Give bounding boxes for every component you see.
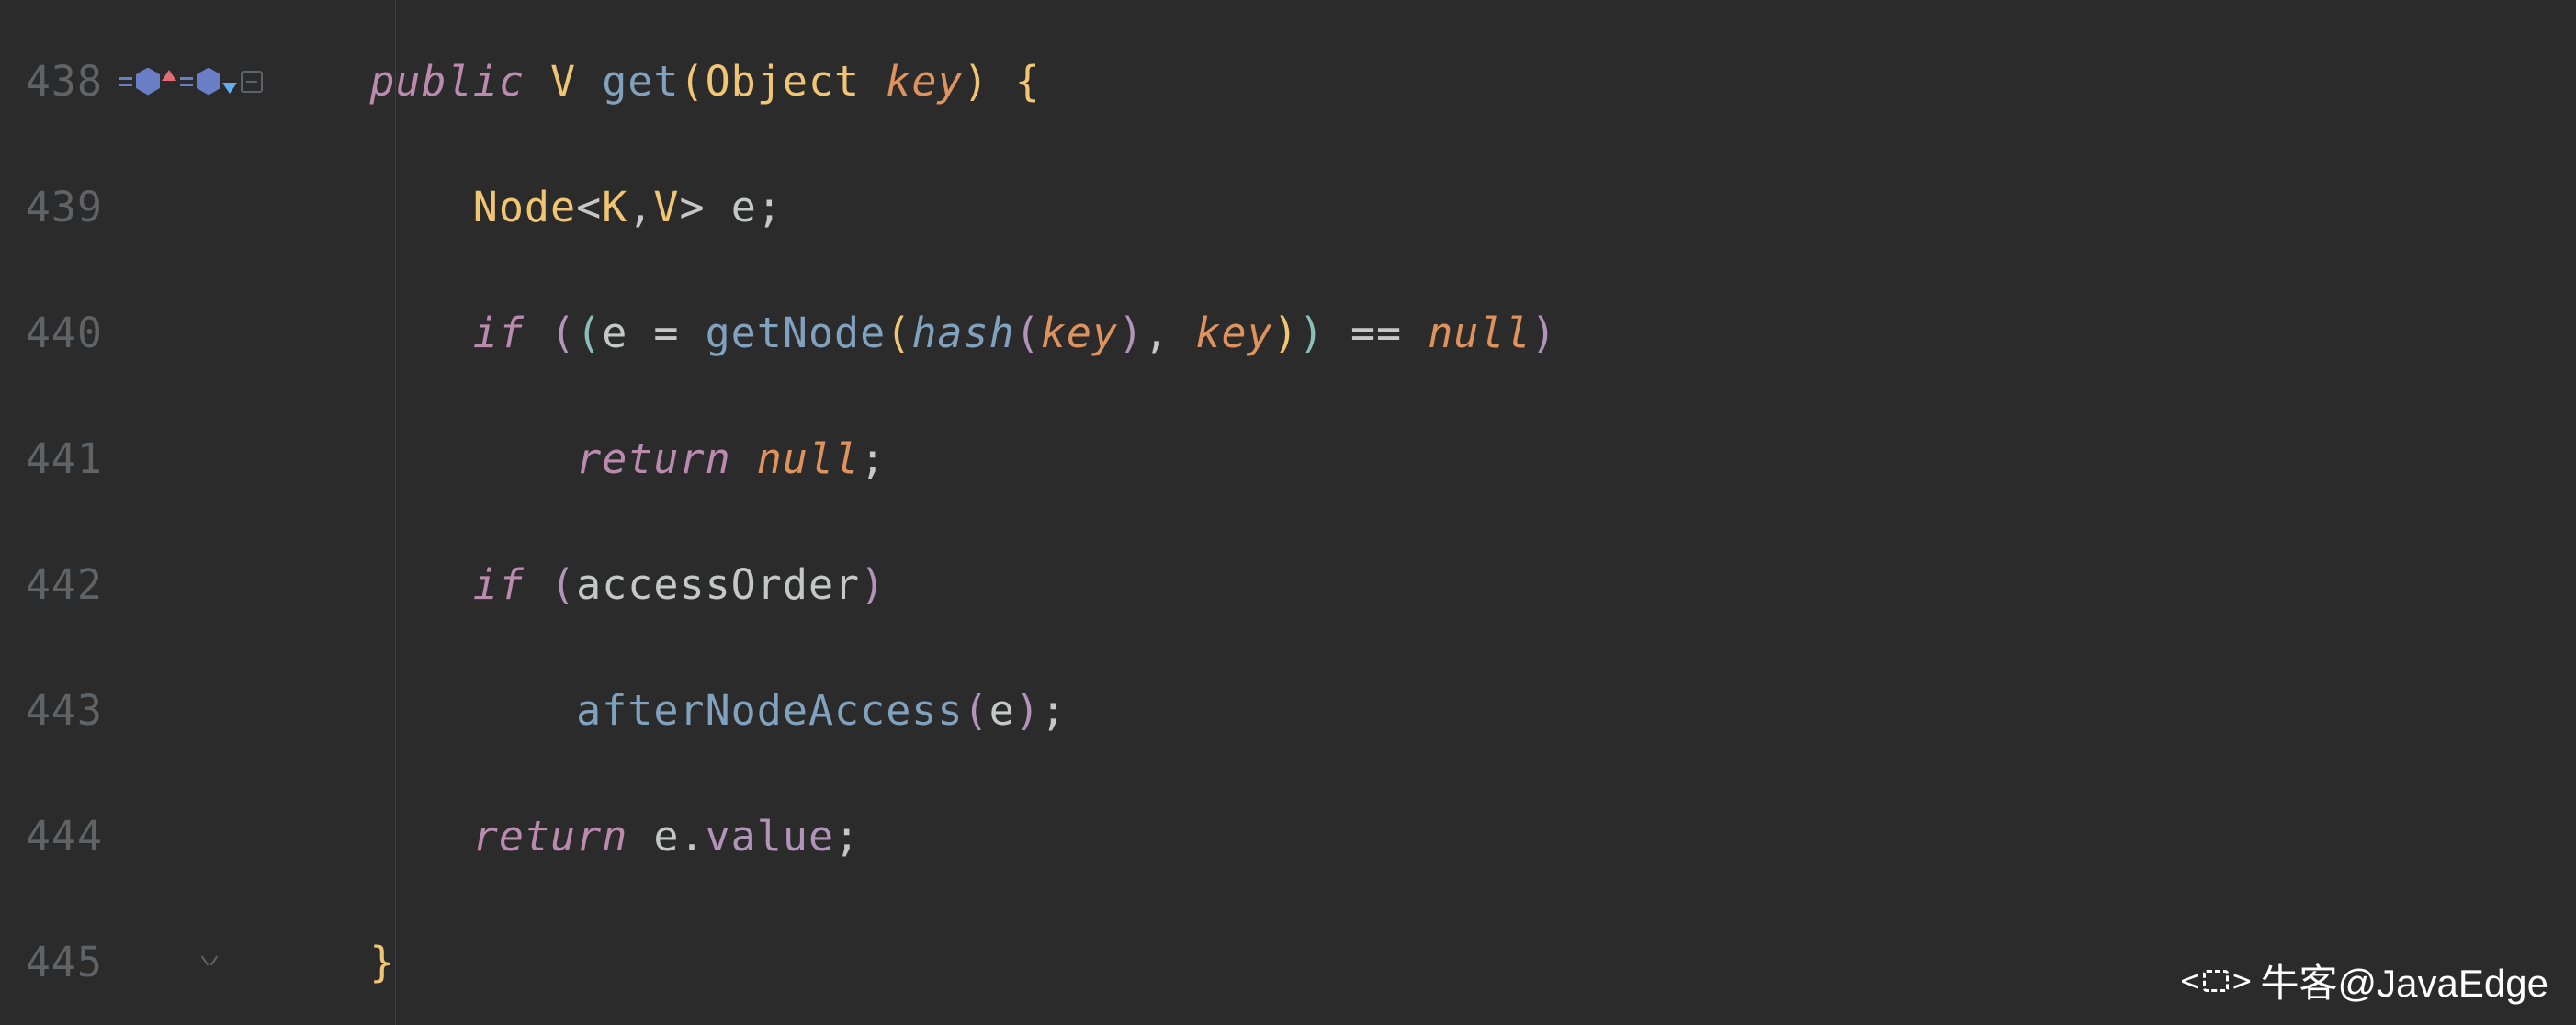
code-line[interactable]: if (accessOrder) [266,522,2576,648]
call-getnode: getNode [706,309,887,357]
type-v: V [653,183,679,231]
gutter-row: 442 [0,522,266,648]
line-number[interactable]: 440 [0,309,119,357]
param-type: Object [706,57,861,106]
watermark-text: 牛客@JavaEdge [2261,952,2548,1008]
keyword-if: if [473,560,525,609]
overrides-super-icon[interactable] [119,68,176,96]
code-line[interactable]: return e.value; [266,773,2576,899]
gutter-icons [119,68,266,96]
paren-close: ) [860,560,886,609]
keyword-public: public [369,57,525,106]
paren-close: ) [1299,309,1325,357]
indent [266,686,576,735]
indent [266,434,576,483]
paren-open: ( [1015,309,1041,357]
arg-key: key [1041,309,1118,357]
keyword-if: if [473,309,525,357]
paren-open: ( [550,309,576,357]
keyword-return: return [576,434,731,483]
arg-key: key [1195,309,1272,357]
comma: , [627,183,653,231]
paren-open: ( [550,560,576,609]
semicolon: ; [757,183,783,231]
semicolon: ; [834,812,860,861]
code-area[interactable]: public V get(Object key) { Node<K,V> e; … [266,0,2576,1025]
dot: . [680,812,706,861]
paren-open: ( [886,309,911,357]
gutter-row: 444 [0,773,266,899]
paren-close: ) [1273,309,1299,357]
brace-close: } [369,938,395,986]
assign-op: = [653,309,679,357]
code-line[interactable]: afterNodeAccess(e); [266,648,2576,773]
gutter-row: 440 [0,270,266,396]
paren-open: ( [576,309,602,357]
line-number[interactable]: 443 [0,686,119,735]
indent [266,938,369,986]
method-name: get [602,57,679,106]
null-literal: null [1428,309,1531,357]
brace-open: { [1015,57,1041,106]
gutter-row: 445 [0,899,266,1025]
angle-open: < [576,183,602,231]
eq-op: == [1350,309,1402,357]
code-line[interactable]: if ((e = getNode(hash(key), key)) == nul… [266,270,2576,396]
code-line[interactable]: Node<K,V> e; [266,144,2576,270]
keyword-return: return [473,812,628,861]
angle-close: > [680,183,706,231]
semicolon: ; [1041,686,1067,735]
call-afternodeaccess: afterNodeAccess [576,686,963,735]
line-number[interactable]: 442 [0,560,119,609]
gutter-row: 439 [0,144,266,270]
type-k: K [602,183,627,231]
gutter-row: 443 [0,648,266,773]
line-number[interactable]: 441 [0,434,119,483]
overridden-by-icon[interactable] [180,68,237,96]
indent-guide [395,0,396,1025]
fold-collapse-icon[interactable] [241,71,263,93]
code-line[interactable]: return null; [266,396,2576,522]
paren-close: ) [1118,309,1144,357]
indent [266,560,473,609]
arg-e: e [989,686,1015,735]
paren-open: ( [680,57,706,106]
watermark-icon: < > [2181,963,2252,999]
return-type: V [550,57,576,106]
gutter-icons [119,953,266,972]
var-e: e [602,309,627,357]
gutter-row: 438 [0,18,266,144]
var-accessorder: accessOrder [576,560,860,609]
paren-close: ) [1015,686,1041,735]
line-number[interactable]: 445 [0,938,119,986]
watermark: < > 牛客@JavaEdge [2181,952,2548,1008]
null-literal: null [757,434,860,483]
line-number[interactable]: 444 [0,812,119,861]
indent [266,57,369,106]
line-number[interactable]: 438 [0,57,119,106]
var-e: e [653,812,679,861]
type-node: Node [473,183,576,231]
paren-close: ) [1531,309,1557,357]
param-name: key [886,57,963,106]
indent [266,812,473,861]
comma: , [1144,309,1169,357]
fold-end-icon[interactable] [200,953,219,972]
indent [266,309,473,357]
semicolon: ; [860,434,886,483]
paren-close: ) [964,57,989,106]
line-number[interactable]: 439 [0,183,119,231]
call-hash: hash [911,309,1014,357]
paren-open: ( [964,686,989,735]
code-editor: 438 439 440 4 [0,0,2576,1025]
var-e: e [731,183,757,231]
field-value: value [706,812,834,861]
gutter-row: 441 [0,396,266,522]
gutter: 438 439 440 4 [0,0,266,1025]
code-line[interactable]: public V get(Object key) { [266,18,2576,144]
indent [266,183,473,231]
